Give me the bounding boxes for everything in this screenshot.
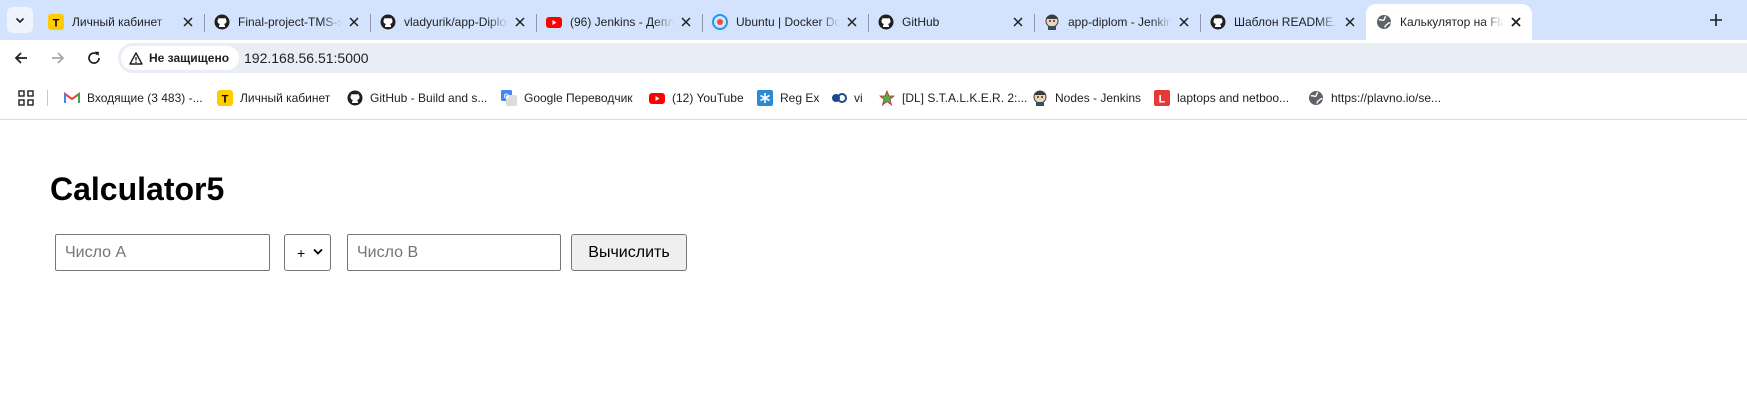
regex-icon bbox=[757, 90, 773, 106]
github-icon bbox=[380, 14, 396, 30]
docker-icon bbox=[712, 14, 728, 30]
bookmark-label: GitHub - Build and s... bbox=[370, 91, 488, 105]
bookmark-label: vi bbox=[854, 91, 863, 105]
jenkins-icon bbox=[1032, 90, 1048, 106]
tab-github[interactable]: GitHub bbox=[868, 4, 1035, 40]
bookmark-label: Reg Ex bbox=[780, 91, 820, 105]
yandex-t-icon: T bbox=[48, 14, 64, 30]
page-title: Calculator5 bbox=[50, 171, 225, 207]
yandex-t-icon: T bbox=[217, 90, 233, 106]
close-icon[interactable] bbox=[1508, 14, 1524, 30]
arrow-left-icon bbox=[14, 52, 27, 64]
operator-value: + bbox=[297, 244, 306, 261]
arrow-right-icon bbox=[52, 52, 65, 64]
tab-title: Личный кабинет bbox=[72, 15, 163, 29]
bookmark-github[interactable]: GitHub - Build and s... bbox=[347, 88, 487, 108]
reload-button[interactable] bbox=[82, 46, 106, 70]
bookmark-google-translate[interactable]: G Google Переводчик bbox=[501, 88, 633, 108]
bookmark-label: laptops and netboo... bbox=[1177, 91, 1290, 105]
address-bar[interactable]: Не защищено 192.168.56.51:5000 bbox=[118, 43, 1747, 73]
tab-title: (96) Jenkins - Деплой bbox=[570, 15, 674, 29]
bookmarks-bar: Входящие (3 483) -... T Личный кабинет G… bbox=[0, 76, 1747, 120]
bookmark-label: Входящие (3 483) -... bbox=[87, 91, 203, 105]
github-icon bbox=[878, 14, 894, 30]
svg-text:G: G bbox=[504, 94, 510, 101]
bookmark-plavno[interactable]: https://plavno.io/se... bbox=[1308, 88, 1441, 108]
github-icon bbox=[1210, 14, 1226, 30]
bookmark-label: [DL] S.T.A.L.K.E.R. 2:... bbox=[902, 91, 1028, 105]
close-icon[interactable] bbox=[1010, 14, 1026, 30]
close-icon[interactable] bbox=[512, 14, 528, 30]
bookmark-vi[interactable]: vi bbox=[831, 88, 863, 108]
close-icon[interactable] bbox=[1342, 14, 1358, 30]
tab-title: app-diplom - Jenkins bbox=[1068, 15, 1172, 29]
tab-docker-docs[interactable]: Ubuntu | Docker Docs bbox=[702, 4, 869, 40]
bookmark-label: https://plavno.io/se... bbox=[1331, 91, 1442, 105]
tab-final-project[interactable]: Final-project-TMS-school bbox=[204, 4, 371, 40]
tab-title: vladyurik/app-Diplom bbox=[404, 15, 508, 29]
warning-icon bbox=[129, 51, 143, 65]
tab-title: Final-project-TMS-school bbox=[238, 15, 342, 29]
github-icon bbox=[214, 14, 230, 30]
forward-button[interactable] bbox=[46, 46, 70, 70]
close-icon[interactable] bbox=[346, 14, 362, 30]
number-a-input[interactable] bbox=[55, 234, 270, 271]
tab-title: Калькулятор на Flask bbox=[1400, 15, 1504, 29]
chevron-down-icon bbox=[15, 17, 25, 24]
vi-icon bbox=[831, 90, 847, 106]
bookmark-nodes-jenkins[interactable]: Nodes - Jenkins bbox=[1032, 88, 1141, 108]
tab-title: Шаблон README.md bbox=[1234, 15, 1338, 29]
tab-search-button[interactable] bbox=[7, 7, 33, 33]
tab-title: Ubuntu | Docker Docs bbox=[736, 15, 840, 29]
tab-readme-template[interactable]: Шаблон README.md bbox=[1200, 4, 1366, 40]
bookmark-lichny-kabinet[interactable]: T Личный кабинет bbox=[217, 88, 330, 108]
toolbar: Не защищено 192.168.56.51:5000 bbox=[0, 40, 1747, 76]
bookmark-stalker[interactable]: [DL] S.T.A.L.K.E.R. 2:... bbox=[879, 88, 1027, 108]
back-button[interactable] bbox=[9, 46, 33, 70]
url-text[interactable]: 192.168.56.51:5000 bbox=[244, 43, 369, 73]
bookmark-regex[interactable]: Reg Ex bbox=[757, 88, 819, 108]
tab-jenkins-youtube[interactable]: (96) Jenkins - Деплой bbox=[536, 4, 703, 40]
tab-strip: T Личный кабинет Final-project-TMS-schoo… bbox=[0, 0, 1747, 40]
youtube-icon bbox=[649, 90, 665, 106]
bookmark-label: Nodes - Jenkins bbox=[1055, 91, 1142, 105]
bookmark-label: (12) YouTube bbox=[672, 91, 744, 105]
number-b-input[interactable] bbox=[347, 234, 561, 271]
l-letter-icon: L bbox=[1154, 90, 1170, 106]
apps-grid-icon[interactable] bbox=[18, 90, 34, 106]
operator-select[interactable]: + bbox=[284, 234, 331, 271]
security-chip[interactable]: Не защищено bbox=[121, 46, 240, 70]
bookmark-gmail[interactable]: Входящие (3 483) -... bbox=[64, 88, 203, 108]
bookmark-youtube[interactable]: (12) YouTube bbox=[649, 88, 744, 108]
close-icon[interactable] bbox=[180, 14, 196, 30]
svg-text:T: T bbox=[53, 18, 60, 30]
bookmark-label: Google Переводчик bbox=[524, 91, 633, 105]
plus-icon bbox=[1710, 14, 1722, 26]
github-icon bbox=[347, 90, 363, 106]
tab-app-diplom-jenkins[interactable]: app-diplom - Jenkins bbox=[1034, 4, 1201, 40]
google-translate-icon: G bbox=[501, 90, 517, 106]
gmail-icon bbox=[64, 90, 80, 106]
chevron-down-icon bbox=[313, 248, 323, 255]
globe-icon bbox=[1376, 14, 1392, 30]
svg-text:L: L bbox=[1159, 94, 1166, 106]
tab-flask-calculator[interactable]: Калькулятор на Flask bbox=[1366, 4, 1532, 40]
jenkins-icon bbox=[1044, 14, 1060, 30]
stalker-icon bbox=[879, 90, 895, 106]
tab-title: GitHub bbox=[902, 15, 940, 29]
close-icon[interactable] bbox=[678, 14, 694, 30]
close-icon[interactable] bbox=[844, 14, 860, 30]
new-tab-button[interactable] bbox=[1704, 8, 1728, 32]
youtube-icon bbox=[546, 14, 562, 30]
tab-app-diplom-github[interactable]: vladyurik/app-Diplom bbox=[370, 4, 537, 40]
calculate-button[interactable]: Вычислить bbox=[571, 234, 687, 271]
close-icon[interactable] bbox=[1176, 14, 1192, 30]
svg-text:T: T bbox=[222, 94, 229, 106]
bookmark-laptops[interactable]: L laptops and netboo... bbox=[1154, 88, 1289, 108]
security-label: Не защищено bbox=[149, 51, 230, 65]
reload-icon bbox=[88, 51, 100, 64]
tab-lichny-kabinet[interactable]: T Личный кабинет bbox=[38, 4, 205, 40]
bookmark-label: Личный кабинет bbox=[240, 91, 331, 105]
globe-icon bbox=[1308, 90, 1324, 106]
